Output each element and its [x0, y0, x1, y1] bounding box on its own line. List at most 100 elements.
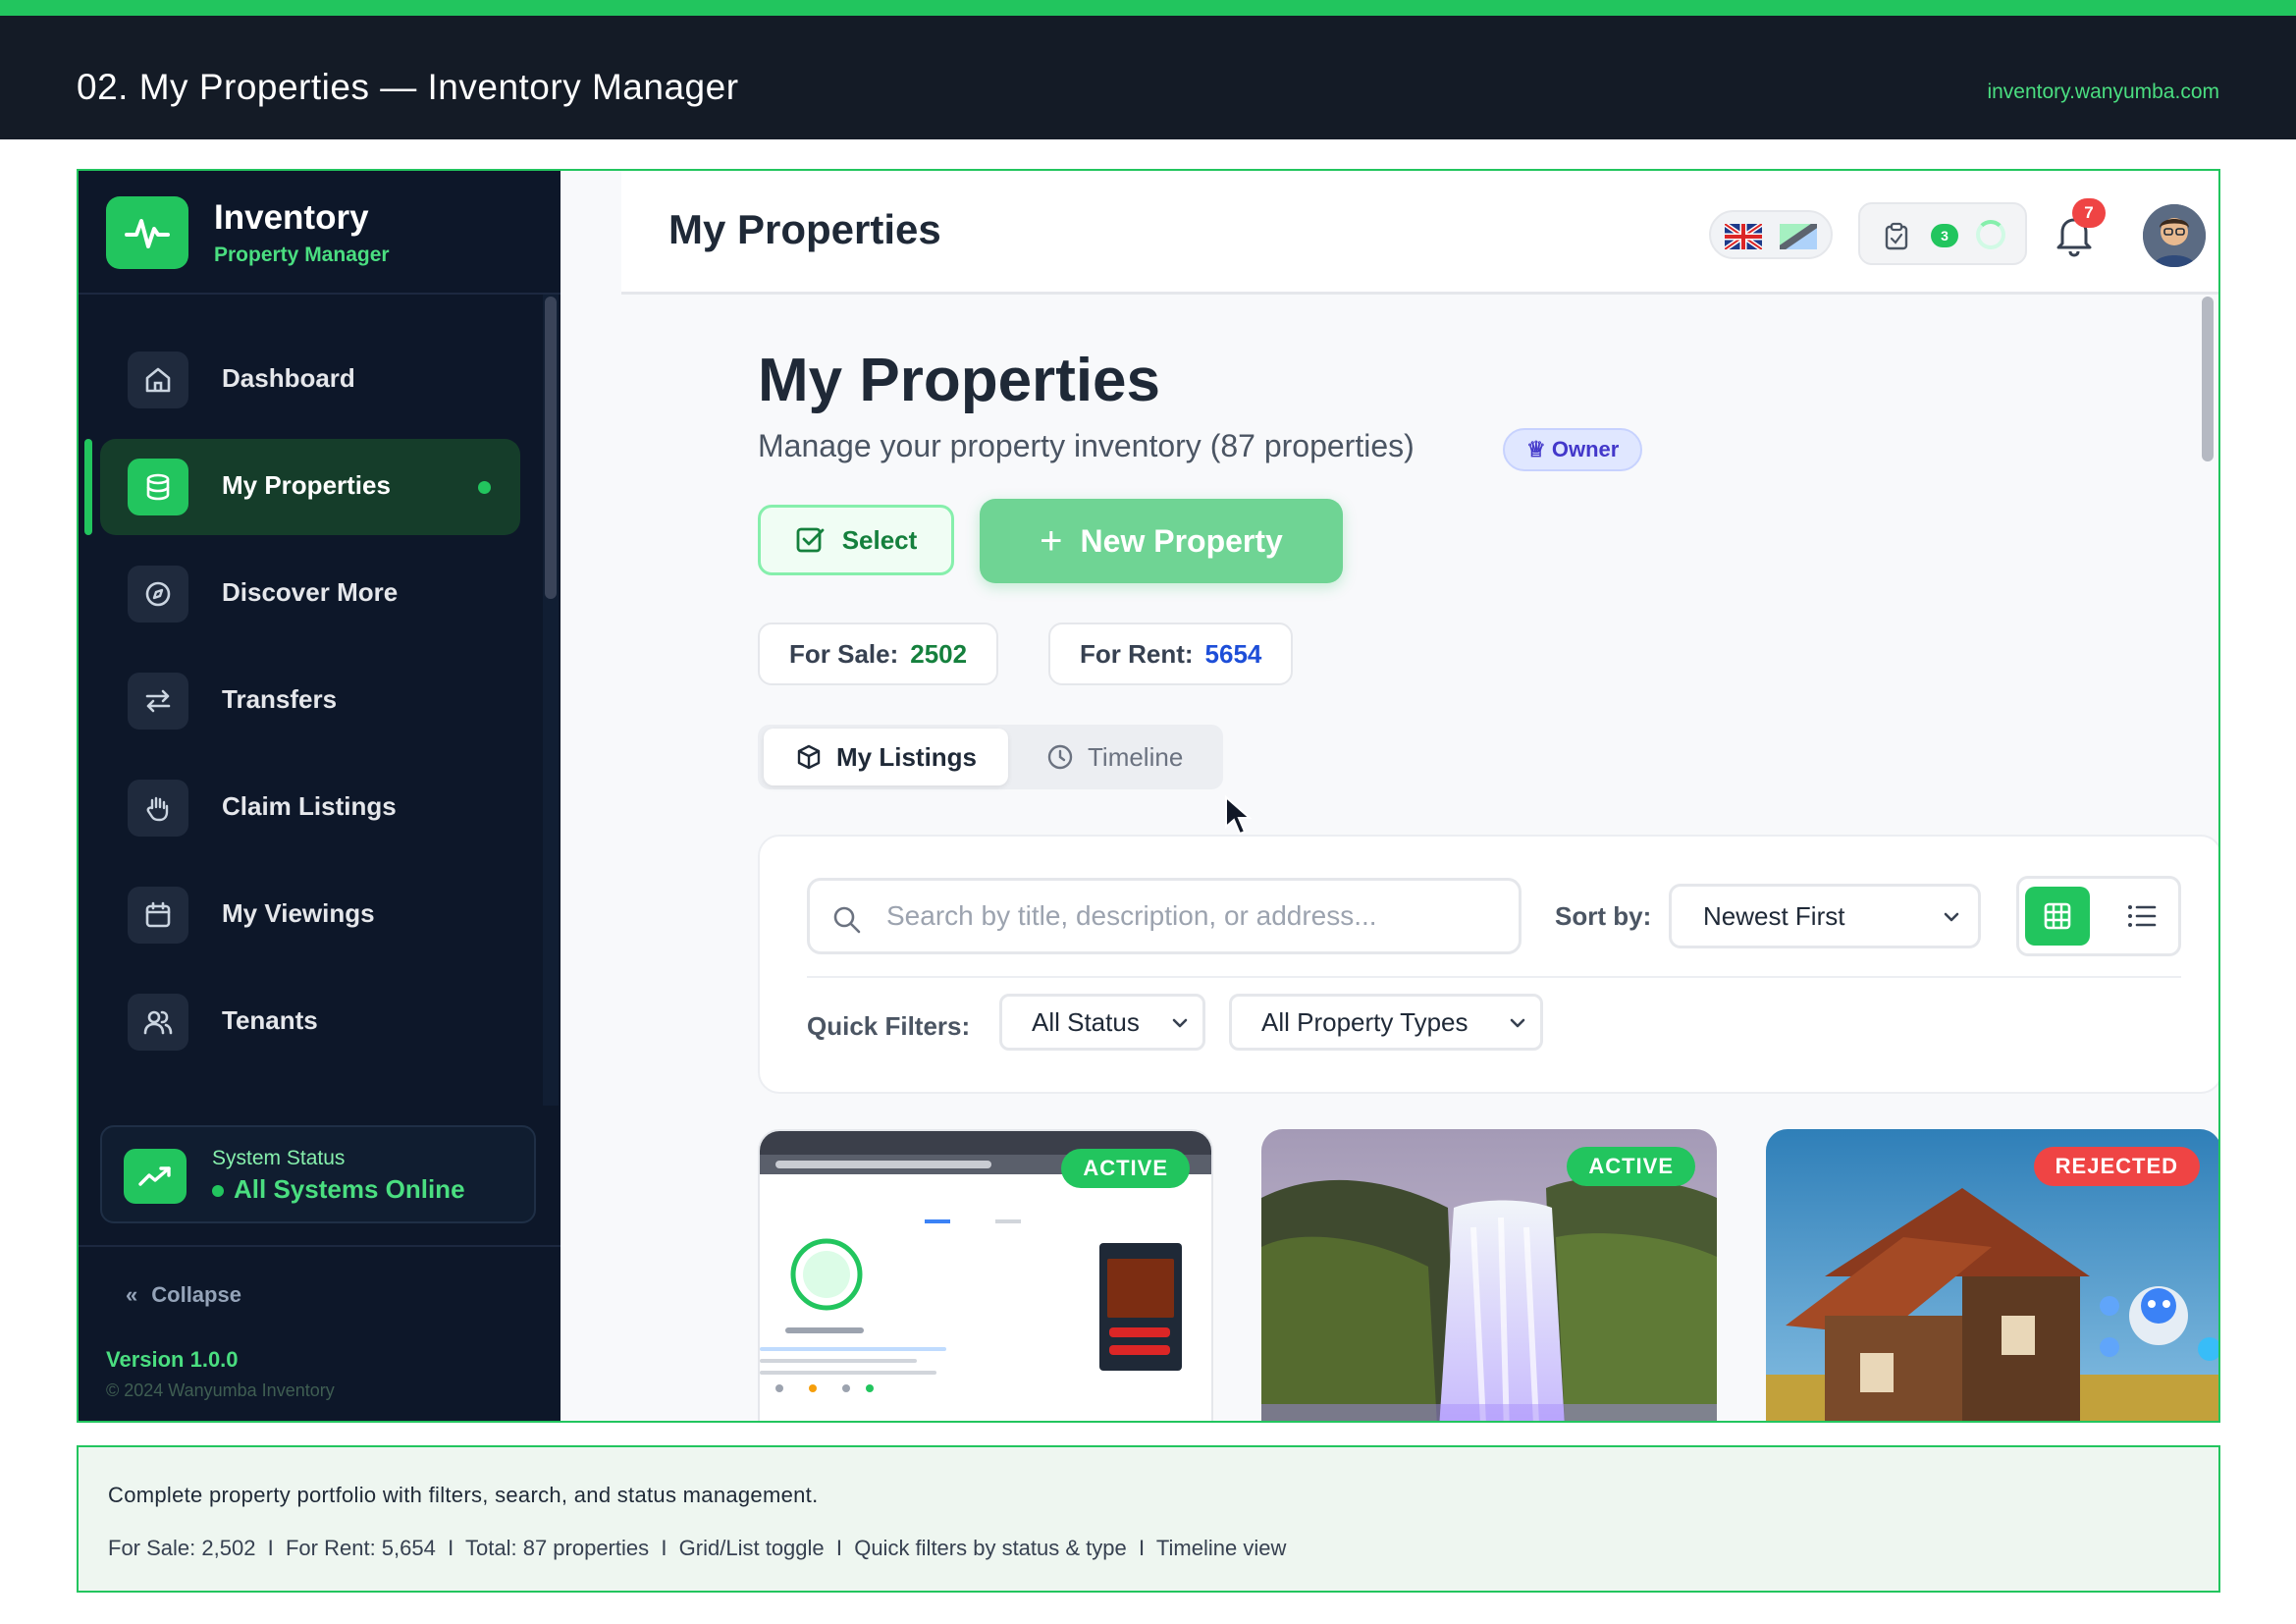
page-title: My Properties — [758, 347, 1161, 414]
tab-label: My Listings — [836, 741, 978, 772]
sidebar-item-label: Claim Listings — [222, 791, 397, 821]
tab-my-listings[interactable]: My Listings — [764, 729, 1009, 785]
home-icon — [128, 352, 188, 408]
filter-panel: Sort by: Newest First Quick Filters: All… — [758, 835, 2218, 1094]
chevron-down-icon — [1944, 912, 1959, 922]
sidebar-item-label: My Properties — [222, 470, 391, 500]
grid-icon — [2044, 902, 2071, 930]
sidebar-item-my-viewings[interactable]: My Viewings — [100, 867, 520, 963]
main-content: My Properties 3 7 My Properties Manage y… — [561, 171, 2218, 1421]
tasks-indicator[interactable]: 3 — [1858, 202, 2027, 265]
status-online-dot — [212, 1185, 224, 1198]
new-property-button[interactable]: + New Property — [980, 499, 1343, 583]
sidebar-item-dashboard[interactable]: Dashboard — [100, 332, 520, 428]
caption-features: For Sale: 2,502 I For Rent: 5,654 I Tota… — [108, 1536, 1287, 1560]
status-filter-value: All Status — [1032, 1007, 1140, 1037]
sidebar-item-label: Transfers — [222, 684, 338, 714]
active-indicator-dot — [478, 481, 491, 494]
compass-icon — [128, 566, 188, 623]
app-screenshot-frame: Inventory Property Manager Dashboard My … — [77, 169, 2220, 1423]
crown-icon: ♕ — [1526, 437, 1546, 461]
cube-icon — [797, 744, 821, 770]
for-rent-value: 5654 — [1204, 638, 1262, 669]
system-status-card: System Status All Systems Online — [100, 1125, 536, 1223]
app-header-title: My Properties — [668, 206, 941, 252]
list-icon — [2128, 905, 2157, 927]
sidebar-item-discover-more[interactable]: Discover More — [100, 546, 520, 642]
checkbox-icon — [796, 527, 825, 553]
for-rent-label: For Rent: — [1080, 638, 1194, 669]
property-type-filter-value: All Property Types — [1261, 1007, 1468, 1037]
mouse-cursor-icon — [1225, 795, 1253, 836]
property-card[interactable]: ACTIVE — [758, 1129, 1213, 1421]
page-subtitle: Manage your property inventory (87 prope… — [758, 428, 1415, 463]
list-view-button[interactable] — [2109, 887, 2174, 946]
chevron-down-icon[interactable] — [2217, 222, 2220, 244]
sidebar-item-label: My Viewings — [222, 898, 375, 928]
select-button[interactable]: Select — [758, 505, 954, 575]
sidebar-item-tenants[interactable]: Tenants — [100, 974, 520, 1070]
language-switcher[interactable] — [1709, 210, 1833, 259]
document-header: 02. My Properties — Inventory Manager in… — [0, 16, 2296, 139]
sort-select[interactable]: Newest First — [1669, 884, 1981, 948]
tab-label: Timeline — [1088, 741, 1184, 772]
filter-divider — [807, 976, 2181, 978]
status-badge: ACTIVE — [1567, 1147, 1695, 1186]
for-sale-stat: For Sale: 2502 — [758, 623, 999, 685]
clipboard-icon — [1885, 222, 1908, 250]
quick-filters-label: Quick Filters: — [807, 1011, 971, 1041]
sidebar-divider — [79, 1245, 561, 1247]
main-scrollbar-thumb[interactable] — [2202, 297, 2214, 461]
sidebar-scrollbar-thumb[interactable] — [545, 297, 557, 599]
for-sale-label: For Sale: — [789, 638, 899, 669]
tab-timeline[interactable]: Timeline — [1015, 729, 1214, 785]
property-card[interactable]: ACTIVE — [1261, 1129, 1717, 1421]
top-accent-stripe — [0, 0, 2296, 16]
user-avatar[interactable] — [2143, 204, 2206, 267]
status-filter-select[interactable]: All Status — [999, 994, 1205, 1051]
sidebar-item-my-properties[interactable]: My Properties — [84, 439, 520, 535]
for-sale-value: 2502 — [910, 638, 968, 669]
sidebar-item-label: Discover More — [222, 577, 399, 607]
pulse-icon — [106, 196, 188, 269]
role-badge: ♕ Owner — [1503, 428, 1643, 471]
tanzania-flag-icon[interactable] — [1778, 221, 1819, 252]
sidebar-item-claim-listings[interactable]: Claim Listings — [100, 760, 520, 856]
caption-box: Complete property portfolio with filters… — [77, 1445, 2220, 1593]
view-tabs: My Listings Timeline — [758, 725, 1223, 789]
clock-icon — [1047, 744, 1073, 770]
for-rent-stat: For Rent: 5654 — [1048, 623, 1294, 685]
loading-spinner-icon — [1976, 220, 2005, 249]
chevron-down-icon — [1172, 1018, 1188, 1028]
uk-flag-icon[interactable] — [1723, 221, 1764, 252]
search-input[interactable] — [886, 881, 1505, 951]
notification-count-badge: 7 — [2072, 198, 2106, 228]
search-field[interactable] — [807, 878, 1522, 954]
sidebar-item-label: Tenants — [222, 1005, 318, 1035]
property-type-filter-select[interactable]: All Property Types — [1229, 994, 1543, 1051]
system-status-text: All Systems Online — [234, 1174, 465, 1204]
version-label: Version 1.0.0 — [106, 1347, 239, 1372]
sort-selected-value: Newest First — [1703, 901, 1845, 931]
system-status-value: All Systems Online — [212, 1174, 465, 1205]
grid-view-button[interactable] — [2025, 887, 2090, 946]
database-icon — [128, 459, 188, 515]
status-badge: REJECTED — [2033, 1147, 2200, 1186]
collapse-label: Collapse — [151, 1282, 241, 1307]
system-status-label: System Status — [212, 1147, 346, 1169]
collapse-button[interactable]: « Collapse — [126, 1282, 241, 1308]
sidebar-item-transfers[interactable]: Transfers — [100, 653, 520, 749]
status-badge: ACTIVE — [1061, 1149, 1190, 1188]
app-header: My Properties 3 7 — [621, 171, 2218, 295]
trending-up-icon — [124, 1149, 187, 1204]
chevrons-left-icon: « — [126, 1282, 138, 1307]
new-property-label: New Property — [1080, 522, 1283, 559]
chevron-down-icon — [1510, 1018, 1525, 1028]
task-count-badge: 3 — [1931, 224, 1958, 247]
copyright-text: © 2024 Wanyumba Inventory — [106, 1380, 335, 1400]
role-badge-label: Owner — [1551, 437, 1620, 461]
document-url: inventory.wanyumba.com — [1987, 81, 2219, 103]
property-card[interactable]: REJECTED — [1766, 1129, 2218, 1421]
brand-header: Inventory Property Manager — [79, 171, 561, 295]
sort-label: Sort by: — [1555, 901, 1652, 931]
